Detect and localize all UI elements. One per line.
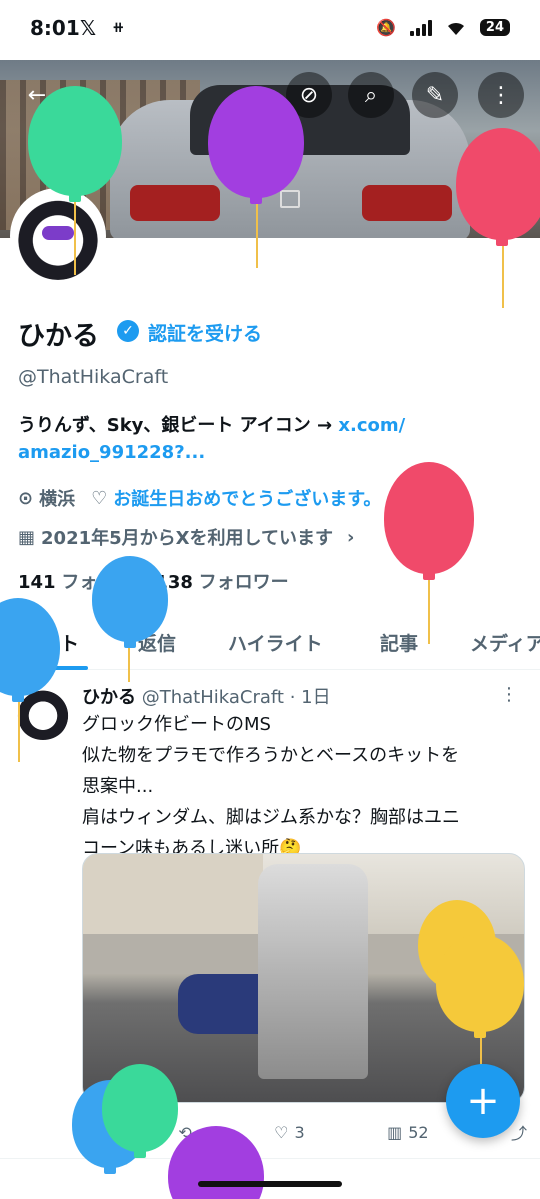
balloon-string	[18, 698, 20, 762]
balloon-red	[384, 462, 474, 580]
wifi-icon	[447, 22, 464, 35]
status-indicators: 🔕 24	[376, 18, 510, 37]
plus-icon: +	[466, 1078, 500, 1124]
post-text-line: 似た物をプラモで作ろうかとベースのキットを	[82, 745, 460, 766]
balloon-blue	[92, 556, 168, 648]
like-button[interactable]: ♡ 3	[274, 1120, 305, 1144]
profile-bio: うりんず、Sky、銀ビート アイコン → x.com/	[18, 411, 405, 437]
post-text-line: 肩はウィンダム、脚はジム系かな？胸部はユニ	[82, 807, 460, 828]
grok-icon: ⊘	[299, 82, 319, 108]
birthday-icon: ♡	[91, 487, 108, 509]
tab-highlights[interactable]: ハイライト	[228, 629, 323, 656]
post-header: ひかる @ThatHikaCraft · 1日	[82, 683, 331, 709]
chevron-right-icon: ›	[346, 526, 355, 548]
birthday-text: お誕生日おめでとうございます。	[113, 489, 382, 510]
banner-car-emblem	[280, 190, 300, 208]
profile-avatar[interactable]	[10, 188, 106, 284]
signal-icon	[409, 19, 432, 36]
status-bar: 8:01 𝕏 ⧺ 🔕 24	[0, 0, 540, 60]
balloon-green	[28, 86, 122, 202]
battery-icon: 24	[479, 19, 510, 36]
status-time: 8:01	[30, 16, 80, 40]
followers-label: フォロワー	[198, 572, 289, 593]
balloon-string	[256, 200, 258, 268]
balloon-string	[428, 578, 430, 644]
followers-link[interactable]: 138 フォロワー	[155, 568, 288, 594]
home-indicator[interactable]	[198, 1181, 342, 1187]
compose-post-button[interactable]: +	[446, 1064, 520, 1138]
notification-icon: ⧺	[112, 18, 125, 36]
like-count: 3	[294, 1122, 305, 1142]
calendar-icon: ▦	[18, 526, 36, 548]
verified-badge-icon: ✓	[117, 320, 139, 342]
heart-icon: ♡	[274, 1122, 289, 1142]
balloon-purple	[208, 86, 304, 204]
profile-name: ひかる	[18, 321, 99, 352]
balloon-string	[74, 195, 76, 275]
post-author-name[interactable]: ひかる	[82, 687, 136, 708]
location-text: 横浜	[39, 489, 76, 510]
search-button[interactable]: ⌕	[348, 72, 394, 118]
share-icon: ⤴	[510, 1124, 527, 1143]
balloon-red	[456, 128, 540, 246]
views-count: 52	[408, 1122, 429, 1142]
location-icon: ⊙	[18, 487, 34, 509]
share-button[interactable]: ⤴	[511, 1120, 527, 1144]
more-icon: ⋮	[490, 82, 512, 108]
mute-icon: 🔕	[375, 18, 396, 37]
post-text-line: 思案中...	[82, 776, 154, 797]
post-handle-time: @ThatHikaCraft · 1日	[141, 687, 331, 708]
profile-handle: @ThatHikaCraft	[18, 366, 169, 388]
bottom-divider	[0, 1158, 540, 1159]
balloon-yellow	[436, 934, 524, 1038]
image-mech-figure	[258, 864, 368, 1079]
bio-link[interactable]: x.com/	[338, 415, 405, 436]
views-button[interactable]: ▥ 52	[387, 1120, 428, 1144]
joined-row[interactable]: ▦ 2021年5月からXを利用しています ›	[18, 524, 354, 550]
views-icon: ▥	[387, 1122, 403, 1142]
tab-articles[interactable]: 記事	[380, 629, 418, 656]
joined-text: 2021年5月からXを利用しています	[41, 528, 333, 549]
balloon-string	[128, 642, 130, 682]
x-logo-icon: 𝕏	[80, 16, 97, 40]
profile-meta-row: ⊙ 横浜 ♡ お誕生日おめでとうございます。	[18, 485, 381, 511]
following-count: 141	[18, 572, 56, 593]
balloon-green	[102, 1064, 178, 1158]
balloon-string	[502, 242, 504, 308]
banner-taillight-left	[130, 185, 220, 221]
get-verified-link[interactable]: 認証を受ける	[148, 319, 262, 346]
edit-profile-button[interactable]: ✎	[412, 72, 458, 118]
avatar-image	[14, 192, 102, 280]
tab-media[interactable]: メディア	[470, 629, 540, 656]
profile-tabs: ポスト 返信 ハイライト 記事 メディア	[0, 612, 540, 670]
search-icon: ⌕	[364, 82, 378, 108]
bio-text: うりんず、Sky、銀ビート アイコン →	[18, 415, 339, 436]
more-options-button[interactable]: ⋮	[478, 72, 524, 118]
banner-taillight-right	[362, 185, 452, 221]
post-text: グロック作ビートのMS 似た物をプラモで作ろうかとベースのキットを 思案中...…	[82, 709, 527, 864]
post-more-icon[interactable]: ⋮	[500, 684, 518, 705]
edit-icon: ✎	[425, 82, 445, 108]
post-text-line: グロック作ビートのMS	[82, 714, 271, 735]
bio-link-continued[interactable]: amazio_991228?...	[18, 442, 205, 463]
